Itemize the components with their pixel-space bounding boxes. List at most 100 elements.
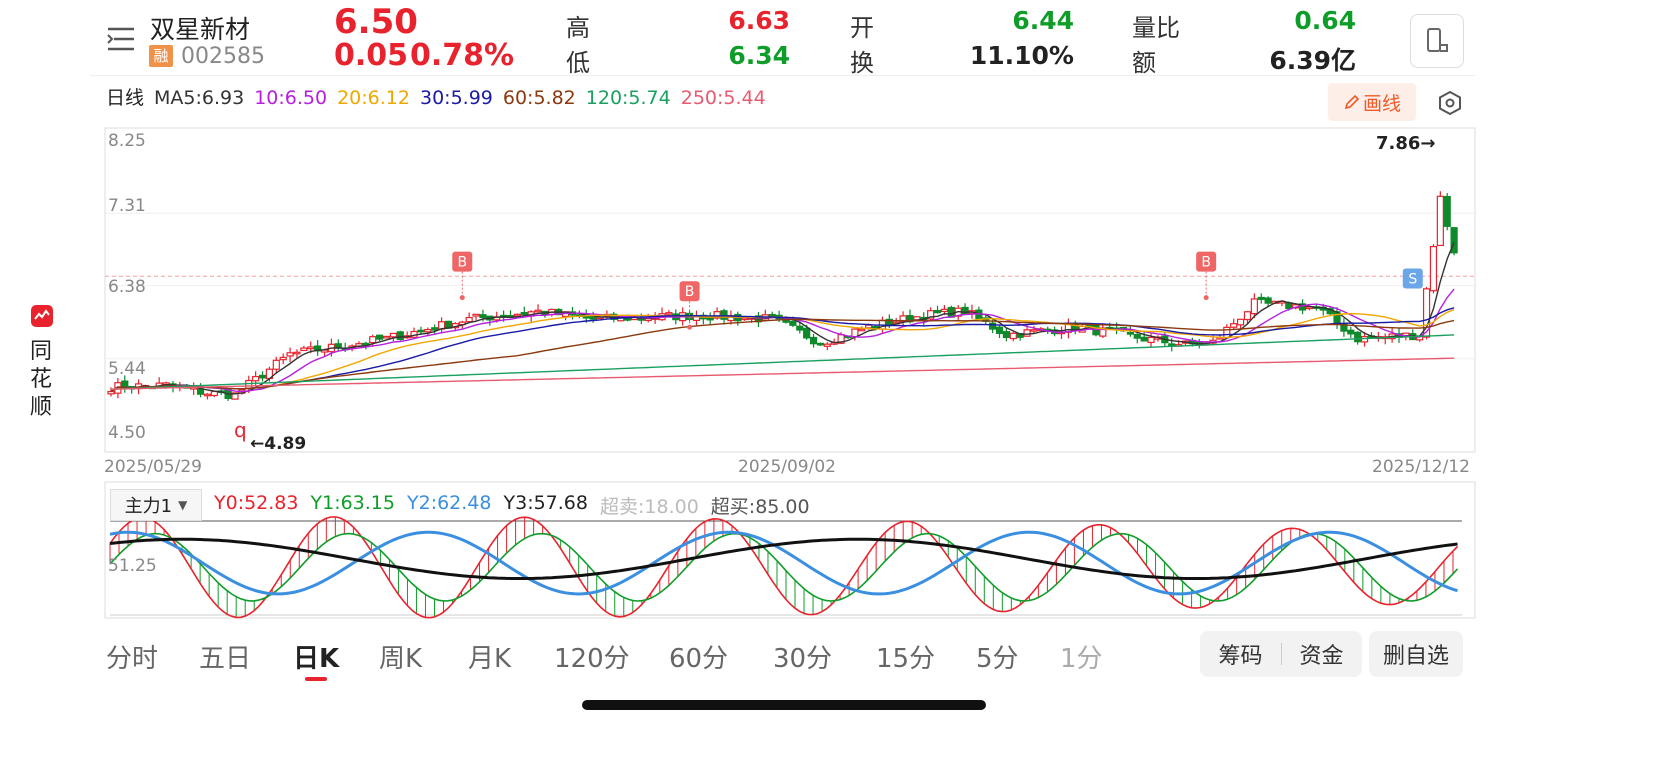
date-label-start: 2025/05/29 — [104, 457, 202, 477]
candle-body — [1347, 329, 1355, 335]
candle-body — [520, 312, 528, 316]
candle-body — [1002, 331, 1011, 338]
candle-body — [472, 313, 480, 317]
candle-body — [1257, 296, 1265, 300]
candle-body — [816, 342, 825, 346]
candle-body — [389, 332, 397, 338]
tab-120min[interactable]: 120分 — [554, 638, 630, 675]
oversold-value: 超卖:18.00 — [600, 496, 699, 518]
y3-line — [109, 537, 1458, 580]
candle-body — [210, 390, 218, 397]
candle-body — [1168, 343, 1176, 347]
candle-body — [1250, 298, 1258, 315]
candle-body — [534, 309, 542, 313]
low-marker: ←4.89 — [250, 434, 307, 454]
candle-body — [720, 310, 728, 320]
kline-frame — [104, 127, 1476, 453]
y1-value: Y1:63.15 — [310, 492, 396, 514]
tab-1min[interactable]: 1分 — [1060, 638, 1103, 675]
candle-body — [272, 359, 280, 370]
candle-body — [665, 312, 673, 315]
tab-timeshare[interactable]: 分时 — [106, 638, 158, 675]
y0-value: Y0:52.83 — [214, 492, 299, 514]
signal-dot — [1203, 295, 1209, 301]
candle-body — [803, 327, 811, 339]
chevron-down-icon: ▼ — [178, 498, 188, 512]
signal-label: S — [1408, 271, 1417, 287]
candle-body — [789, 320, 797, 326]
candle-body — [465, 316, 473, 323]
candle-body — [479, 314, 487, 318]
remove-watchlist-button[interactable]: 删自选 — [1369, 631, 1463, 677]
signal-label: B — [685, 284, 695, 300]
candle-body — [382, 335, 391, 339]
candle-body — [307, 346, 315, 350]
y3-value: Y3:57.68 — [503, 492, 589, 514]
candle-body — [258, 374, 267, 379]
candle-body — [1429, 245, 1438, 292]
candle-body — [644, 317, 652, 322]
tab-weekly-k[interactable]: 周K — [379, 638, 422, 675]
indicator-selector[interactable]: 主力1 ▼ — [110, 489, 202, 521]
candle-body — [947, 306, 955, 318]
candle-body — [293, 351, 301, 355]
candle-body — [376, 334, 384, 340]
signal-label: B — [1201, 255, 1211, 271]
candle-body — [961, 306, 969, 315]
date-label-end: 2025/12/12 — [1372, 457, 1470, 477]
candle-body — [851, 328, 859, 338]
tab-15min[interactable]: 15分 — [876, 638, 935, 675]
candle-body — [1236, 318, 1245, 326]
candle-body — [107, 390, 115, 395]
tab-daily-k[interactable]: 日K — [293, 638, 339, 675]
signal-label: B — [457, 255, 467, 271]
candle-body — [286, 352, 294, 357]
candle-body — [823, 343, 831, 347]
active-tab-indicator — [305, 677, 327, 681]
tab-monthly-k[interactable]: 月K — [468, 638, 511, 675]
candle-body — [1264, 297, 1272, 304]
overbought-value: 超买:85.00 — [710, 496, 810, 518]
low-marker-letter: q — [234, 418, 247, 442]
candle-body — [369, 336, 377, 344]
y-tick-6.38: 6.38 — [108, 277, 146, 297]
candle-body — [940, 308, 949, 313]
tab-five-day[interactable]: 五日 — [199, 638, 251, 675]
funds-button[interactable]: 资金 — [1281, 631, 1362, 677]
candle-body — [858, 328, 866, 332]
candle-body — [995, 326, 1004, 334]
candle-body — [796, 325, 804, 331]
y-tick-5.44: 5.44 — [108, 359, 146, 379]
candle-body — [1436, 195, 1444, 247]
candle-body — [279, 356, 287, 361]
candle-body — [933, 309, 942, 314]
y2-value: Y2:62.48 — [407, 492, 492, 514]
y-tick-8.25: 8.25 — [108, 131, 146, 151]
candle-body — [1030, 329, 1038, 332]
candle-body — [396, 331, 404, 341]
y2-line — [109, 530, 1458, 596]
indicator-name: 主力1 — [124, 496, 173, 517]
candle-body — [424, 328, 432, 333]
candle-body — [431, 327, 439, 331]
candle-body — [1009, 332, 1017, 340]
candle-body — [768, 313, 776, 317]
tab-60min[interactable]: 60分 — [669, 638, 728, 675]
candle-body — [741, 317, 749, 321]
signal-dot — [687, 324, 693, 330]
candle-body — [1443, 195, 1451, 227]
tab-30min[interactable]: 30分 — [773, 638, 832, 675]
candle-body — [1126, 332, 1134, 335]
tab-5min[interactable]: 5分 — [976, 638, 1019, 675]
chips-button[interactable]: 筹码 — [1200, 631, 1281, 677]
candle-body — [513, 313, 521, 317]
date-label-mid: 2025/09/02 — [738, 457, 836, 477]
candle-body — [1230, 323, 1238, 328]
y-tick-4.50: 4.50 — [108, 423, 146, 443]
high-marker: 7.86→ — [1376, 133, 1436, 154]
ma-line — [110, 357, 1455, 390]
candle-body — [1243, 311, 1252, 321]
y-tick-7.31: 7.31 — [108, 196, 146, 216]
indicator-y-tick: 51.25 — [108, 556, 157, 576]
candle-body — [417, 329, 425, 333]
